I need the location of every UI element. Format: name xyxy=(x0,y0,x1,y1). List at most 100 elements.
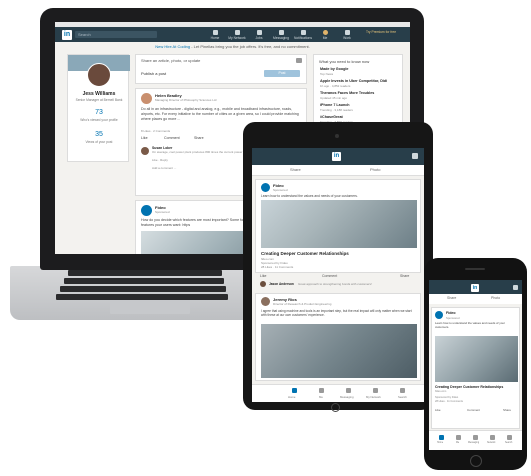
search-icon[interactable] xyxy=(400,388,405,393)
comment-author[interactable]: Jason Anderson xyxy=(269,282,294,286)
grid-icon[interactable] xyxy=(513,285,518,290)
post-image[interactable] xyxy=(261,200,417,248)
network-icon[interactable] xyxy=(373,388,378,393)
sponsored-label: Sponsored by Fideo xyxy=(435,396,459,399)
photo-button[interactable]: Photo xyxy=(370,167,380,172)
phone-home-button[interactable] xyxy=(470,455,482,467)
message-icon xyxy=(278,30,284,35)
promo-link[interactable]: New Hire At Coding xyxy=(155,44,190,49)
views-label: Who's viewed your profile xyxy=(80,118,118,122)
linkedin-logo-icon[interactable]: in xyxy=(471,284,479,292)
article-title[interactable]: Creating Deeper Customer Relationships xyxy=(435,385,518,389)
news-item[interactable]: iPhone 7 Launch xyxy=(320,103,350,107)
views-count[interactable]: 73 xyxy=(68,109,130,116)
search-input[interactable]: Search xyxy=(75,31,157,38)
post-image[interactable] xyxy=(261,324,417,378)
comment-button[interactable]: Comment xyxy=(164,136,180,141)
fideo-logo-icon xyxy=(261,183,270,192)
share-box: Share an article, photo, or update Publi… xyxy=(135,54,307,84)
news-item[interactable]: Apple Invests in Uber Competitor, Didi xyxy=(320,79,387,83)
home-icon xyxy=(212,30,218,35)
network-icon xyxy=(234,30,240,35)
nav-notifications[interactable]: Notifications xyxy=(293,30,313,40)
news-item[interactable]: Theranos Faces More Troubles xyxy=(320,91,374,95)
post-stats[interactable]: 28 Likes · 11 Comments xyxy=(435,400,463,403)
share-button[interactable]: Share xyxy=(400,274,409,278)
fideo-logo-icon xyxy=(435,311,443,319)
share-input[interactable]: Share an article, photo, or update xyxy=(141,58,200,63)
post-views-count[interactable]: 35 xyxy=(68,131,130,138)
feed-post: Jeremy Rios Director of Research & Produ… xyxy=(255,293,421,381)
share-button[interactable]: Share xyxy=(503,408,511,412)
phone-screen: in Share Photo Fideo Sponsored Learn how… xyxy=(429,280,522,450)
post-actions: Like Comment Share xyxy=(260,274,420,280)
message-icon[interactable] xyxy=(473,435,478,440)
camera-icon[interactable] xyxy=(296,58,302,63)
post-body: Learn how to understand the values and n… xyxy=(261,194,358,198)
news-item[interactable]: #ChaseGreat xyxy=(320,115,343,119)
profile-icon[interactable] xyxy=(319,388,324,393)
comment-button[interactable]: Comment xyxy=(467,408,480,412)
linkedin-navbar: in Search Home My Network Jobs Messaging… xyxy=(55,27,410,42)
share-bar: Share Photo xyxy=(429,294,522,304)
article-title[interactable]: Creating Deeper Customer Relationships xyxy=(261,251,349,256)
comment-actions[interactable]: Like · Reply xyxy=(152,158,168,162)
post-image[interactable] xyxy=(435,336,518,382)
like-button[interactable]: Like xyxy=(260,274,266,278)
add-comment-input[interactable]: Add a comment ... xyxy=(152,166,176,170)
post-body: Learn how to understand the values and n… xyxy=(435,321,505,329)
tablet-home-button[interactable] xyxy=(331,403,340,412)
linkedin-logo-icon[interactable]: in xyxy=(332,152,341,161)
news-item[interactable]: Made by Google xyxy=(320,67,348,71)
share-button[interactable]: Share xyxy=(447,296,456,300)
network-icon[interactable] xyxy=(490,435,495,440)
nav-jobs[interactable]: Jobs xyxy=(249,30,269,40)
nav-home[interactable]: Home xyxy=(205,30,225,40)
linkedin-logo-icon[interactable]: in xyxy=(62,30,72,40)
share-bar: Share Photo xyxy=(252,165,424,176)
like-button[interactable]: Like xyxy=(141,136,148,141)
comment-text: Great approach to strengthening bonds wi… xyxy=(298,282,372,286)
profile-card: Jess Williams Senior Manager at Bernell … xyxy=(67,54,130,162)
home-icon[interactable] xyxy=(292,388,297,393)
publish-post-link[interactable]: Publish a post xyxy=(141,71,166,76)
post-author-sub: Sponsored xyxy=(273,188,288,192)
post-author-sub: Managing Director of Philosophy Sciences… xyxy=(155,98,217,102)
profile-name[interactable]: Jess Williams xyxy=(68,91,130,97)
tablet-screen: in Share Photo Fideo Sponsored Learn how… xyxy=(252,148,424,402)
grid-icon[interactable] xyxy=(412,153,418,159)
like-button[interactable]: Like xyxy=(435,408,441,412)
post-stats[interactable]: 8 Likes · 2 Comments xyxy=(141,129,170,133)
comment-row: Jason Anderson Great approach to strengt… xyxy=(260,281,420,289)
avatar[interactable] xyxy=(141,93,152,104)
promo-banner: New Hire At Coding - Let Pinellas bring … xyxy=(155,44,310,49)
tablet-camera xyxy=(335,134,339,138)
share-button[interactable]: Share xyxy=(290,167,301,172)
profile-role: Senior Manager at Bernell Bank xyxy=(75,98,123,102)
comment-button[interactable]: Comment xyxy=(322,274,337,278)
laptop-trackpad xyxy=(110,300,190,314)
avatar[interactable] xyxy=(261,297,270,306)
avatar[interactable] xyxy=(87,63,111,87)
news-header: What you need to know now xyxy=(319,59,370,64)
home-icon[interactable] xyxy=(439,435,444,440)
nav-work[interactable]: Work xyxy=(337,30,357,40)
avatar xyxy=(141,147,149,155)
search-icon[interactable] xyxy=(507,435,512,440)
linkedin-navbar: in xyxy=(252,148,424,165)
post-stats[interactable]: 28 Likes · 11 Comments xyxy=(261,265,293,269)
post-button[interactable]: Post xyxy=(264,70,300,77)
bottom-nav: Home Me Messaging Network Search xyxy=(429,430,522,450)
photo-button[interactable]: Photo xyxy=(491,296,500,300)
message-icon[interactable] xyxy=(346,388,351,393)
nav-me[interactable]: Me xyxy=(315,30,335,40)
post-author[interactable]: Fideo xyxy=(446,311,456,315)
nav-messaging[interactable]: Messaging xyxy=(271,30,291,40)
article-url: fideo.com xyxy=(435,390,447,393)
nav-premium[interactable]: Try Premium for free xyxy=(361,30,401,34)
post-author-sub: Sponsored xyxy=(155,210,170,214)
profile-icon[interactable] xyxy=(456,435,461,440)
share-button[interactable]: Share xyxy=(194,136,204,141)
nav-network[interactable]: My Network xyxy=(227,30,247,40)
feed-post: Fideo Sponsored Learn how to understand … xyxy=(255,179,421,273)
